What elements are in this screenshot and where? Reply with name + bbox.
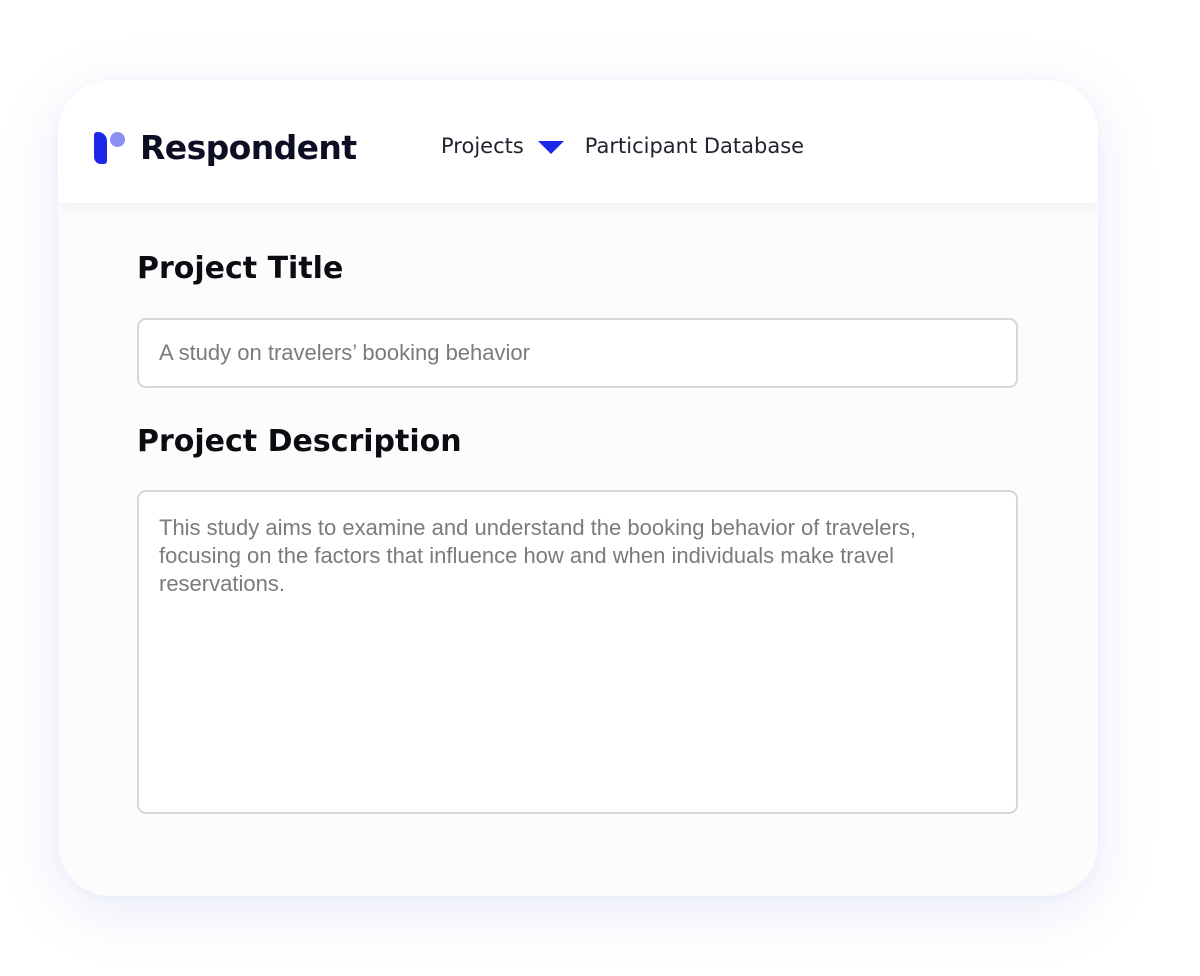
project-description-label: Project Description [137, 424, 462, 459]
nav-item-participant-database[interactable]: Participant Database [585, 132, 804, 160]
main-nav: Projects Participant Database [441, 132, 804, 160]
app-card: Respondent Projects Participant Database… [58, 80, 1098, 896]
caret-down-icon[interactable] [537, 140, 564, 154]
brand-name: Respondent [140, 128, 357, 167]
project-title-label: Project Title [137, 251, 344, 286]
respondent-logo-icon [94, 130, 130, 166]
project-form: Project Title Project Description This s… [137, 245, 1018, 814]
nav-item-projects[interactable]: Projects [441, 132, 524, 160]
brand-logo[interactable]: Respondent [94, 130, 357, 166]
project-title-input[interactable] [137, 318, 1018, 388]
project-description-textarea[interactable]: This study aims to examine and understan… [137, 490, 1018, 814]
top-navbar: Respondent Projects Participant Database [58, 80, 1098, 203]
